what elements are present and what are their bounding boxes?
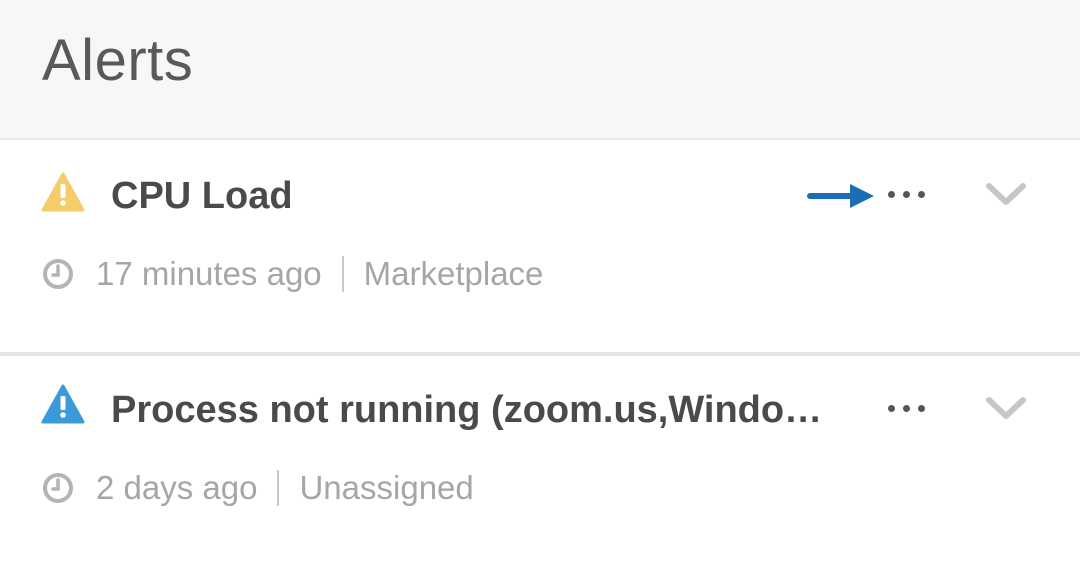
dot (887, 404, 895, 412)
dot (902, 404, 910, 412)
alert-item-process-not-running[interactable]: Process not running (zoom.us,Window… 2 d… (0, 356, 1080, 564)
page-title: Alerts (42, 28, 194, 93)
alert-meta: 2 days ago Unassigned (42, 468, 474, 508)
warning-triangle-icon (41, 172, 85, 212)
divider (277, 470, 280, 506)
alert-assignee: Marketplace (363, 255, 544, 292)
clock-icon (43, 259, 73, 289)
alert-assignee: Unassigned (299, 469, 474, 506)
dot (917, 404, 925, 412)
alerts-screen: Alerts CPU Load 17 minutes ago Marketpla… (0, 0, 1080, 564)
alert-time: 17 minutes ago (96, 255, 322, 292)
alert-title[interactable]: CPU Load (111, 172, 751, 220)
alert-item-cpu-load[interactable]: CPU Load 17 minutes ago Marketplace (0, 142, 1080, 356)
clock-icon (43, 473, 73, 503)
alert-title[interactable]: Process not running (zoom.us,Window… (111, 386, 831, 434)
chevron-down-icon[interactable] (984, 388, 1028, 428)
annotation-arrow-icon (807, 184, 874, 208)
chevron-down-icon[interactable] (984, 174, 1028, 214)
alert-meta: 17 minutes ago Marketplace (42, 254, 543, 294)
dot (902, 190, 910, 198)
more-horizontal-icon[interactable] (878, 388, 934, 428)
more-horizontal-icon[interactable] (878, 174, 934, 214)
dot (917, 190, 925, 198)
warning-triangle-icon (41, 384, 85, 424)
alert-time: 2 days ago (96, 469, 258, 506)
header: Alerts (0, 0, 1080, 140)
dot (887, 190, 895, 198)
divider (341, 256, 344, 292)
